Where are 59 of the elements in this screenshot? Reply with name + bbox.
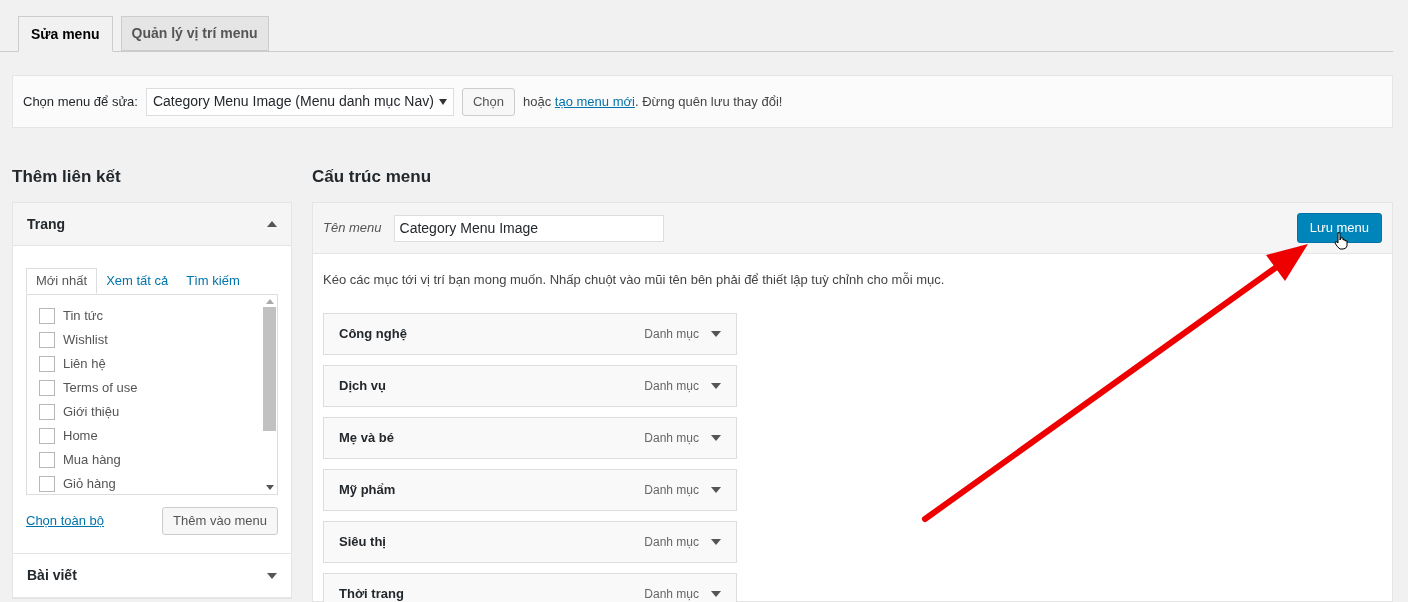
tab[interactable]: Sửa menu (18, 16, 113, 52)
section-heading: Cấu trúc menu (312, 166, 433, 188)
item-type: Danh mục (644, 481, 699, 499)
checkbox[interactable] (39, 355, 55, 372)
menu-item[interactable]: Công nghệ Danh mục (323, 312, 737, 355)
filter-tab[interactable]: Tìm kiếm (177, 268, 249, 294)
menu-name-label: Tên menu (323, 219, 382, 238)
item-type: Danh mục (644, 585, 699, 602)
menu-item[interactable]: Thời trang Danh mục (323, 572, 737, 602)
item-type: Danh mục (644, 533, 699, 551)
item-type: Danh mục (644, 377, 699, 395)
checkbox[interactable] (39, 403, 55, 420)
instructions-text: Kéo các mục tới vị trí bạn mong muốn. Nhấp chuột vào mũi tên bên phải để thiết lập tuỳ chỉnh cho mỗi mục. (323, 271, 946, 289)
save-menu-button[interactable]: Lưu menu (1296, 213, 1382, 243)
item-type: Danh mục (644, 429, 699, 447)
item-type: Danh mục (644, 325, 699, 343)
section-heading: Thêm liên kết (12, 166, 122, 188)
page-option: Giỏ hàng (63, 473, 116, 494)
menu-select[interactable]: Category Menu Image (Menu danh mục Nav) (145, 87, 454, 116)
accordion-header[interactable]: Trang (13, 203, 291, 246)
create-menu-link[interactable]: tạo menu mới (554, 93, 635, 109)
page-option: Mua hàng (63, 449, 121, 470)
checkbox[interactable] (39, 331, 55, 348)
collapse-arrow-icon[interactable] (267, 221, 277, 227)
help-text: hoặc tạo menu mới. Đừng quên lưu thay đổi! (523, 92, 783, 111)
select-all-link[interactable]: Chọn toàn bộ (26, 511, 105, 531)
expand-arrow-icon[interactable] (711, 382, 721, 389)
page-option: Terms of use (63, 377, 138, 398)
choose-button[interactable]: Chọn (461, 87, 515, 116)
tab[interactable]: Quản lý vị trí menu (120, 16, 269, 51)
hand-cursor-icon (1334, 232, 1348, 250)
filter-tab[interactable]: Mới nhất (26, 268, 98, 294)
page-option: Giới thiệu (63, 401, 120, 422)
expand-arrow-icon[interactable] (711, 538, 721, 545)
menu-item[interactable]: Mẹ và bé Danh mục (323, 416, 737, 459)
dropdown-arrow-icon (438, 98, 447, 105)
page-option: Home (63, 425, 98, 446)
scroll-down-icon[interactable] (265, 485, 274, 490)
expand-arrow-icon[interactable] (711, 486, 721, 493)
checkbox[interactable] (39, 427, 55, 444)
checkbox[interactable] (39, 379, 55, 396)
menu-name-field[interactable]: Category Menu Image (393, 214, 664, 242)
filter-tab[interactable]: Xem tất cả (97, 268, 178, 294)
add-to-menu-button[interactable]: Thêm vào menu (162, 507, 278, 535)
expand-arrow-icon[interactable] (267, 572, 277, 579)
checkbox[interactable] (39, 475, 55, 492)
menu-item[interactable]: Dịch vụ Danh mục (323, 364, 737, 407)
select-label: Chọn menu để sửa: (23, 92, 138, 111)
scroll-up-icon[interactable] (265, 299, 274, 304)
expand-arrow-icon[interactable] (711, 330, 721, 337)
menu-item[interactable]: Mỹ phẩm Danh mục (323, 468, 737, 511)
checkbox[interactable] (39, 307, 55, 324)
menu-item[interactable]: Siêu thị Danh mục (323, 520, 737, 563)
expand-arrow-icon[interactable] (711, 434, 721, 441)
page-option: Wishlist (63, 329, 108, 350)
page-option: Liên hệ (63, 353, 106, 374)
page-option: Tin tức (63, 305, 103, 326)
expand-arrow-icon[interactable] (711, 590, 721, 597)
checkbox[interactable] (39, 451, 55, 468)
